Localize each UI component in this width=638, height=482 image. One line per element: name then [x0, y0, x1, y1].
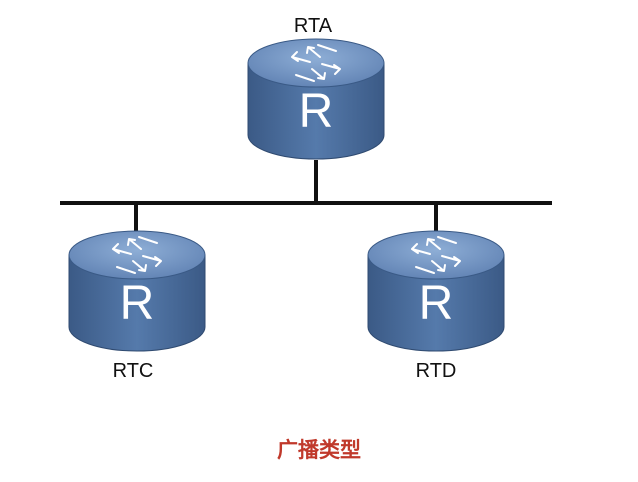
router-icon: R [68, 230, 206, 352]
router-icon: R [367, 230, 505, 352]
router-label-rta: RTA [293, 15, 333, 37]
router-glyph: R [419, 277, 454, 330]
router-glyph: R [299, 85, 334, 138]
diagram-caption: 广播类型 [277, 438, 361, 462]
router-label-rtc: RTC [112, 360, 154, 382]
router-glyph: R [120, 277, 155, 330]
network-diagram: R R R [60, 38, 552, 352]
router-label-rtd: RTD [415, 360, 457, 382]
router-icon: R [247, 38, 385, 160]
